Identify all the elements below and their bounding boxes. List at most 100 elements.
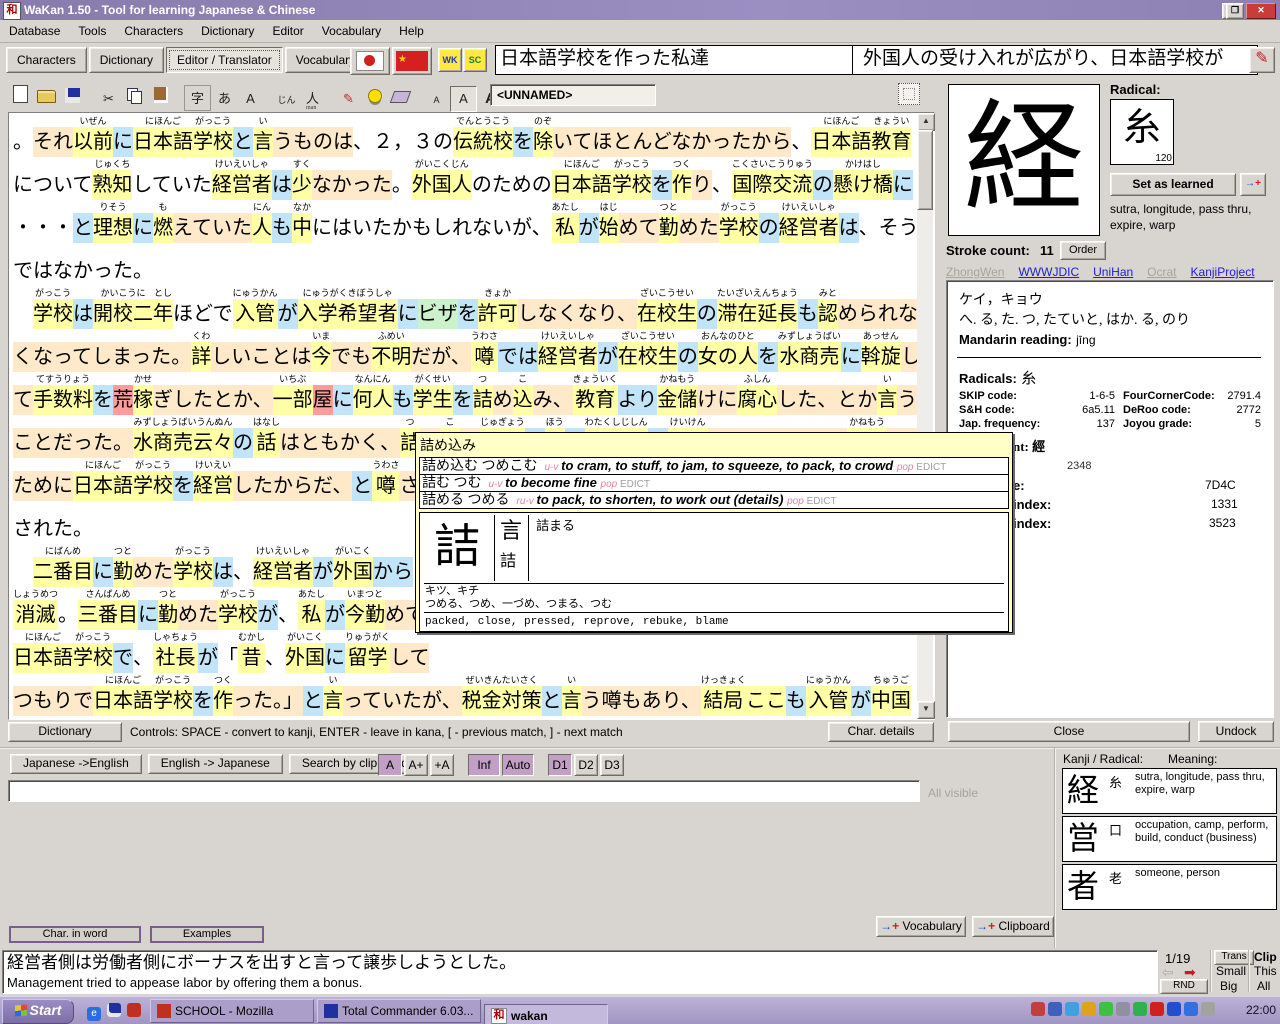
toggle-auto[interactable]: Auto bbox=[502, 754, 534, 776]
example-box[interactable]: 経営者側は労働者側にボーナスを出すと言って譲歩しようとした。 Managemen… bbox=[2, 950, 1158, 994]
text-segment: い言 bbox=[253, 116, 273, 157]
restore-button[interactable]: ❐ bbox=[1226, 3, 1244, 19]
tray-icon[interactable] bbox=[1167, 1002, 1181, 1016]
scrollbar-thumb[interactable] bbox=[917, 130, 933, 210]
link-unihan[interactable]: UniHan bbox=[1093, 265, 1133, 279]
kanji-list-row[interactable]: 経糸 sutra, longitude, pass thru, expire, w… bbox=[1062, 768, 1277, 814]
text-segment: から bbox=[373, 546, 413, 587]
dictionary-button[interactable]: Dictionary bbox=[8, 722, 122, 742]
tray-icon[interactable] bbox=[1184, 1002, 1198, 1016]
set-as-learned-button[interactable]: Set as learned bbox=[1110, 173, 1236, 196]
simplified-dict-button[interactable]: SC bbox=[463, 48, 487, 72]
task-total-commander-6-03[interactable]: Total Commander 6.03... bbox=[317, 999, 481, 1023]
tray-icon[interactable] bbox=[1099, 1002, 1113, 1016]
quicklaunch-disk-icon[interactable] bbox=[104, 1003, 121, 1022]
chinese-mode-button[interactable]: ★ bbox=[392, 47, 432, 75]
man-dict-button[interactable]: 人 man bbox=[300, 86, 325, 111]
tray-icon[interactable] bbox=[1082, 1002, 1096, 1016]
cut-button[interactable]: ✂ bbox=[96, 87, 121, 111]
add-to-vocabulary-button[interactable]: →+ bbox=[1240, 173, 1266, 196]
menu-vocabulary[interactable]: Vocabulary bbox=[313, 22, 390, 40]
link-wwwjdic[interactable]: WWWJDIC bbox=[1018, 265, 1079, 279]
examples-button[interactable]: Examples bbox=[150, 926, 264, 943]
document-title-field[interactable]: 日本語学校を作った私達 bbox=[495, 45, 857, 75]
clip-all-option[interactable]: All bbox=[1257, 979, 1270, 993]
toggle-a[interactable]: +A bbox=[430, 754, 454, 776]
stroke-order-button[interactable]: Order bbox=[1060, 241, 1106, 260]
kanji-list-row[interactable]: 営口 occupation, camp, perform, build, cond… bbox=[1062, 816, 1277, 862]
name-reading-icon: じん bbox=[277, 95, 296, 105]
paste-button[interactable] bbox=[148, 83, 173, 107]
popup-entry-row[interactable]: 詰め込む つめこむ u-v to cram, to stuff, to jam,… bbox=[420, 458, 1008, 475]
save-file-button[interactable] bbox=[60, 84, 85, 108]
start-button[interactable]: Start bbox=[2, 999, 74, 1024]
wakan-dict-button[interactable]: WK bbox=[438, 48, 462, 72]
name-dict-button[interactable]: じん bbox=[274, 88, 299, 112]
translation-preview-field[interactable]: 外国人の受け入れが広がり、日本語学校が bbox=[852, 45, 1258, 75]
japanese-mode-button[interactable] bbox=[350, 47, 390, 75]
menu-tools[interactable]: Tools bbox=[69, 22, 115, 40]
text-segment: いま今 bbox=[311, 331, 332, 372]
tray-icon[interactable] bbox=[1065, 1002, 1079, 1016]
close-button[interactable]: ✕ bbox=[1246, 3, 1276, 19]
big-font-option[interactable]: Big bbox=[1220, 979, 1237, 993]
random-example-button[interactable]: RND bbox=[1160, 979, 1208, 994]
font-medium-button[interactable]: A bbox=[450, 85, 477, 112]
undock-button[interactable]: Undock bbox=[1198, 721, 1274, 742]
menu-dictionary[interactable]: Dictionary bbox=[192, 22, 263, 40]
menu-help[interactable]: Help bbox=[390, 22, 433, 40]
quicklaunch-ie-icon[interactable]: e bbox=[84, 1003, 101, 1021]
popup-entry-row[interactable]: 詰める つめる ru-v to pack, to shorten, to wor… bbox=[420, 492, 1008, 508]
tray-icon[interactable] bbox=[1048, 1002, 1062, 1016]
popup-entry-row[interactable]: 詰む つむ u-v to become fine pop EDICT bbox=[420, 475, 1008, 492]
selection-mode-button[interactable] bbox=[898, 83, 920, 105]
menu-editor[interactable]: Editor bbox=[263, 22, 312, 40]
kana-dict-button[interactable]: あ bbox=[212, 86, 237, 110]
open-file-button[interactable] bbox=[34, 85, 59, 109]
char-details-button[interactable]: Char. details bbox=[828, 722, 934, 742]
japanese-english-button[interactable]: Japanese ->English bbox=[10, 754, 142, 774]
toggle-d2[interactable]: D2 bbox=[574, 754, 598, 776]
toggle-a[interactable]: A+ bbox=[404, 754, 428, 776]
task-school-mozilla[interactable]: SCHOOL - Mozilla bbox=[150, 999, 314, 1023]
toggle-d1[interactable]: D1 bbox=[548, 754, 572, 776]
tray-icon[interactable] bbox=[1201, 1002, 1215, 1016]
kanji-list-row[interactable]: 者老 someone, person bbox=[1062, 864, 1277, 910]
search-input[interactable] bbox=[8, 780, 920, 802]
highlight-pen-button[interactable]: ✎ bbox=[1249, 47, 1275, 73]
new-document-button[interactable] bbox=[8, 82, 33, 106]
toggle-d3[interactable]: D3 bbox=[600, 754, 624, 776]
menu-characters[interactable]: Characters bbox=[115, 22, 192, 40]
hint-button[interactable] bbox=[362, 84, 387, 108]
menu-database[interactable]: Database bbox=[0, 22, 69, 40]
tray-icon[interactable] bbox=[1133, 1002, 1147, 1016]
close-panel-button[interactable]: Close bbox=[948, 721, 1190, 742]
tab-dictionary[interactable]: Dictionary bbox=[88, 47, 165, 73]
scroll-up-icon[interactable]: ▲ bbox=[917, 113, 935, 131]
font-small-button[interactable]: A bbox=[424, 88, 449, 112]
text-segment: に bbox=[138, 589, 159, 630]
tray-icon[interactable] bbox=[1150, 1002, 1164, 1016]
english-japanese-button[interactable]: English -> Japanese bbox=[147, 754, 283, 774]
char-in-word-button[interactable]: Char. in word bbox=[9, 926, 141, 943]
to-clipboard-button[interactable]: →+ Clipboard bbox=[972, 916, 1054, 937]
latin-dict-button[interactable]: A bbox=[238, 87, 263, 111]
quicklaunch-mozilla-icon[interactable] bbox=[124, 1003, 141, 1022]
toggle-a[interactable]: A bbox=[378, 754, 402, 776]
eraser-button[interactable] bbox=[388, 85, 413, 109]
link-kanjiproject[interactable]: KanjiProject bbox=[1191, 265, 1255, 279]
taskbar-clock: 22:00 bbox=[1246, 1003, 1277, 1017]
copy-button[interactable] bbox=[122, 84, 147, 108]
tray-icon[interactable] bbox=[1116, 1002, 1130, 1016]
pen-button[interactable]: ✎ bbox=[336, 87, 361, 111]
to-vocabulary-button[interactable]: →+ Vocabulary bbox=[876, 916, 966, 937]
small-font-option[interactable]: Small bbox=[1216, 964, 1246, 978]
task-wakan[interactable]: 和 wakan bbox=[484, 1004, 608, 1024]
clip-this-option[interactable]: This bbox=[1254, 964, 1277, 978]
toggle-inf[interactable]: Inf bbox=[468, 754, 500, 776]
scroll-down-icon[interactable]: ▼ bbox=[917, 701, 935, 719]
tray-icon[interactable] bbox=[1031, 1002, 1045, 1016]
kanji-dict-button[interactable]: 字 bbox=[184, 84, 211, 111]
tab-editor-translator[interactable]: Editor / Translator bbox=[166, 47, 283, 73]
tab-characters[interactable]: Characters bbox=[6, 47, 87, 73]
